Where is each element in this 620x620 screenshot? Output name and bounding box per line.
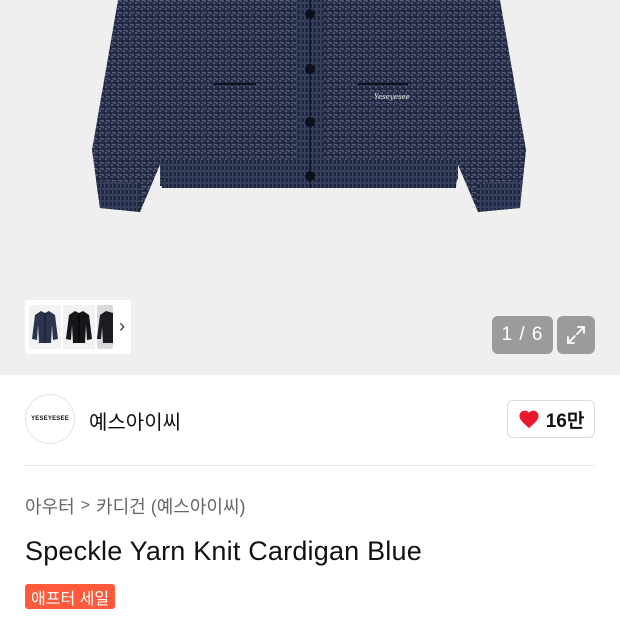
image-counter: 1 / 6 <box>492 316 553 354</box>
brand-row: YESEYESEE 예스아이씨 16만 <box>25 394 595 446</box>
breadcrumb: 아우터 > 카디건 (예스아이씨) <box>25 493 246 519</box>
brand-logo[interactable]: YESEYESEE <box>25 394 75 444</box>
product-image-gallery[interactable]: Yeseyesee › 1 / 6 <box>0 0 620 375</box>
like-button[interactable]: 16만 <box>507 400 595 438</box>
expand-icon[interactable] <box>557 316 595 354</box>
thumbnail-strip[interactable]: › <box>25 300 131 354</box>
thumbnail-blue[interactable] <box>29 305 61 349</box>
breadcrumb-outer[interactable]: 아우터 <box>25 493 75 519</box>
breadcrumb-cardigan[interactable]: 카디건 (예스아이씨) <box>96 493 245 519</box>
thumbnail-black[interactable] <box>63 305 95 349</box>
brand-name[interactable]: 예스아이씨 <box>89 406 181 435</box>
heart-icon <box>519 410 539 429</box>
sale-badge: 애프터 세일 <box>25 584 116 609</box>
divider <box>25 465 595 466</box>
svg-text:Yeseyesee: Yeseyesee <box>374 93 410 101</box>
breadcrumb-separator: > <box>80 497 91 514</box>
like-count: 16만 <box>545 410 585 432</box>
chevron-right-icon[interactable]: › <box>119 316 125 336</box>
thumbnail-partial[interactable] <box>97 305 113 349</box>
product-title: Speckle Yarn Knit Cardigan Blue <box>25 536 422 566</box>
